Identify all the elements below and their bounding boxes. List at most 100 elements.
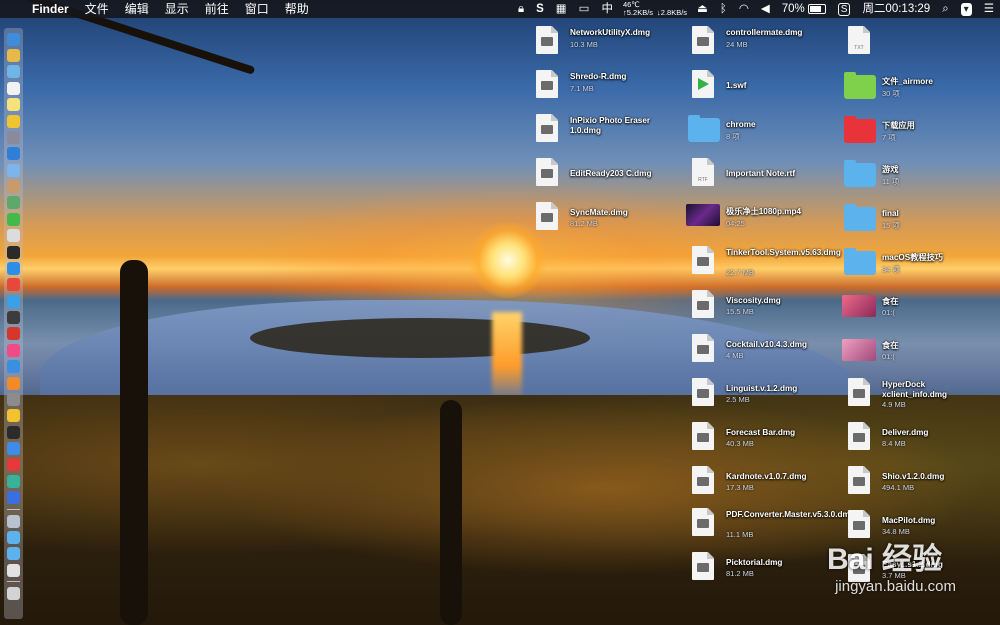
preview-app-icon[interactable] xyxy=(7,65,20,79)
menu-window[interactable]: 窗口 xyxy=(237,0,277,18)
documents-stack-icon[interactable] xyxy=(7,563,20,577)
file-name: 食在 xyxy=(882,341,899,350)
maps-app-icon[interactable] xyxy=(7,196,20,210)
yandex-app-icon[interactable] xyxy=(7,458,20,472)
itunes-app-icon[interactable] xyxy=(7,343,20,357)
file-size: 22.7 MB xyxy=(726,268,754,277)
notes-app-icon[interactable] xyxy=(7,98,20,112)
grid-app-icon[interactable]: ▦ xyxy=(550,0,573,18)
baidu-app-icon[interactable] xyxy=(7,491,20,505)
file-size: 7.1 MB xyxy=(570,84,594,93)
network-monitor-down: ↓2.8KB/s xyxy=(657,1,691,17)
input-method-indicator[interactable]: 中 xyxy=(596,0,620,18)
screenshot-app-icon[interactable] xyxy=(7,163,20,177)
spotlight-icon[interactable]: ⌕ xyxy=(936,0,954,18)
folder-icon xyxy=(844,116,876,143)
app-menu-finder[interactable]: Finder xyxy=(24,0,77,18)
clock[interactable]: 周二00:13:29 xyxy=(856,0,936,18)
launchpad-app-icon[interactable] xyxy=(7,130,20,144)
sync-app-icon[interactable] xyxy=(7,474,20,488)
folder-stack-icon[interactable] xyxy=(7,530,20,544)
qq-app-icon[interactable] xyxy=(7,294,20,308)
file-name: PDF.Converter.Master.v5.3.0.dmg xyxy=(726,510,855,519)
file-name: NetworkUtilityX.dmg xyxy=(570,28,651,37)
dmg-file-icon xyxy=(692,508,714,536)
net-up: ↑5.2KB/s xyxy=(623,8,654,17)
file-name: Kardnote.v1.0.7.dmg xyxy=(726,472,807,481)
dmg-file-icon xyxy=(848,422,870,450)
trash-icon[interactable] xyxy=(7,587,20,601)
file-name: Deliver.dmg xyxy=(882,428,929,437)
file-size: 8.4 MB xyxy=(882,439,906,448)
menu-help[interactable]: 帮助 xyxy=(277,0,317,18)
swf-file-icon xyxy=(692,70,714,98)
chrome-app-icon[interactable] xyxy=(7,409,20,423)
dmg-file-icon xyxy=(692,334,714,362)
dock-separator-2 xyxy=(7,581,20,583)
s-badge-icon[interactable]: S xyxy=(832,0,857,18)
volume-icon[interactable]: ◀︎ xyxy=(755,0,776,18)
display-icon[interactable]: ▭ xyxy=(573,0,596,18)
downloads-stack-icon[interactable] xyxy=(7,514,20,528)
dock-separator xyxy=(7,508,20,510)
file-name: Viscosity.dmg xyxy=(726,296,781,305)
appstore-app-icon[interactable] xyxy=(7,261,20,275)
finder-app-icon[interactable] xyxy=(7,32,20,46)
activity-app-icon[interactable] xyxy=(7,311,20,325)
dmg-file-icon xyxy=(692,466,714,494)
folder-item-count: 34 项 xyxy=(882,265,900,274)
airplay-icon[interactable]: ⏏ xyxy=(691,0,714,18)
dmg-file-icon xyxy=(848,466,870,494)
preferences-app-icon[interactable] xyxy=(7,392,20,406)
s-app-icon[interactable]: S xyxy=(530,0,550,18)
battery-icon xyxy=(807,3,826,14)
file-size: 15.5 MB xyxy=(726,307,754,316)
network-monitor[interactable]: 46℃ ↑5.2KB/s xyxy=(619,1,657,17)
video-duration: 01:( xyxy=(882,308,895,317)
menu-edit[interactable]: 编辑 xyxy=(117,0,157,18)
file-size: 11.1 MB xyxy=(726,530,754,539)
bluetooth-icon[interactable]: ᛒ xyxy=(714,0,733,18)
books-app-icon[interactable] xyxy=(7,376,20,390)
lock-icon[interactable]: 🔒︎ xyxy=(512,0,530,18)
photos-app-icon[interactable] xyxy=(7,49,20,63)
dmg-file-icon xyxy=(536,26,558,54)
video-thumbnail-icon xyxy=(842,339,876,361)
file-name: Important Note.rtf xyxy=(726,169,796,178)
file-name: TinkerTool.System.v5.63.dmg xyxy=(726,248,841,257)
camera-app-icon[interactable] xyxy=(7,425,20,439)
cloud-app-icon[interactable] xyxy=(7,360,20,374)
wifi-icon[interactable]: ◠ xyxy=(733,0,755,18)
tree-trunk-left xyxy=(120,260,148,625)
file-size: 494.1 MB xyxy=(882,483,915,492)
file-size: 4 MB xyxy=(726,351,744,360)
netease-music-app-icon[interactable] xyxy=(7,327,20,341)
folder-name: 文件_airmore xyxy=(882,77,933,86)
menu-file[interactable]: 文件 xyxy=(77,0,117,18)
file-name: SyncMate.dmg xyxy=(570,208,628,217)
xcode-app-icon[interactable] xyxy=(7,442,20,456)
file-name: controllermate.dmg xyxy=(726,28,803,37)
file-size: 24 MB xyxy=(726,40,748,49)
folder-name: macOS教程技巧 xyxy=(882,253,943,262)
notification-center-icon[interactable]: ☰ xyxy=(978,0,1000,18)
battery-status[interactable]: 70% xyxy=(776,0,832,18)
chrome-app-icon-small[interactable] xyxy=(7,278,20,292)
file-name: MacPilot.dmg xyxy=(882,516,936,525)
stickies-app-icon[interactable] xyxy=(7,114,20,128)
folder-item-count: 30 项 xyxy=(882,89,900,98)
file-size: 4.9 MB xyxy=(882,400,906,409)
folder-stack-icon-2[interactable] xyxy=(7,547,20,561)
contacts-app-icon[interactable] xyxy=(7,180,20,194)
video-duration: 01:( xyxy=(882,352,895,361)
dmg-file-icon xyxy=(692,378,714,406)
calendar-app-icon[interactable] xyxy=(7,81,20,95)
safari-app-icon[interactable] xyxy=(7,147,20,161)
menu-view[interactable]: 显示 xyxy=(157,0,197,18)
wechat-app-icon[interactable] xyxy=(7,212,20,226)
user-badge-icon[interactable]: ▾ xyxy=(955,0,978,18)
terminal-app-icon[interactable] xyxy=(7,245,20,259)
folder-name: final xyxy=(882,209,899,218)
menu-go[interactable]: 前往 xyxy=(197,0,237,18)
documents-app-icon[interactable] xyxy=(7,229,20,243)
